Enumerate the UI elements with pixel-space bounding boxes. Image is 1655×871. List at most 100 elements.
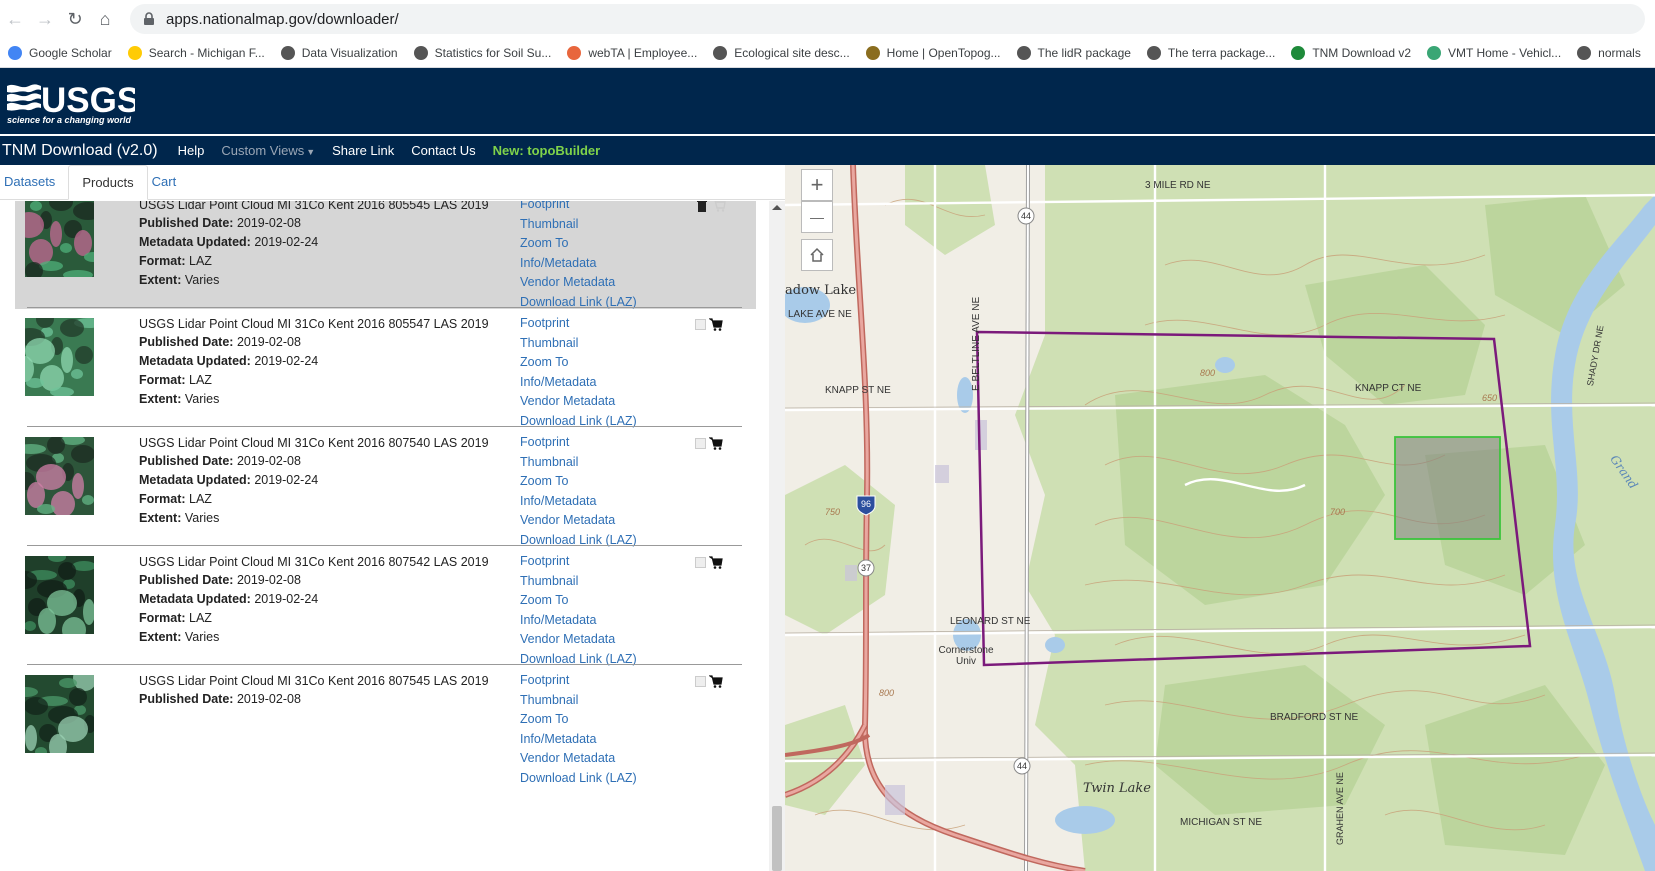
- product-row[interactable]: USGS Lidar Point Cloud MI 31Co Kent 2016…: [15, 664, 756, 785]
- select-checkbox[interactable]: [695, 319, 706, 330]
- add-to-cart-icon[interactable]: [709, 556, 723, 569]
- product-field-metadata: Metadata Updated: 2019-02-24: [139, 473, 318, 487]
- bookmark-item[interactable]: Google Scholar: [0, 41, 120, 65]
- zoom-to-link[interactable]: Zoom To: [520, 236, 637, 256]
- bookmark-item[interactable]: Search - Michigan F...: [120, 41, 273, 65]
- topobuilder-link[interactable]: New: topoBuilder: [493, 143, 601, 158]
- vendor-metadata-link[interactable]: Vendor Metadata: [520, 513, 637, 533]
- field-value: 2019-02-24: [254, 354, 319, 368]
- info-metadata-link[interactable]: Info/Metadata: [520, 375, 637, 395]
- add-to-cart-icon[interactable]: [709, 675, 723, 688]
- zoom-to-link[interactable]: Zoom To: [520, 355, 637, 375]
- vendor-metadata-link[interactable]: Vendor Metadata: [520, 394, 637, 414]
- product-actions: [695, 556, 723, 569]
- home-icon[interactable]: ⌂: [90, 4, 120, 34]
- map-label-knapp-st: KNAPP ST NE: [825, 385, 891, 396]
- back-icon[interactable]: ←: [0, 4, 30, 34]
- bookmark-item[interactable]: Data Visualization: [273, 41, 406, 65]
- product-row[interactable]: USGS Lidar Point Cloud MI 31Co Kent 2016…: [15, 545, 756, 666]
- bookmark-item[interactable]: TNM Download v2: [1283, 41, 1419, 65]
- footprint-link[interactable]: Footprint: [520, 201, 637, 217]
- forward-icon[interactable]: →: [30, 4, 60, 34]
- product-links: Footprint Thumbnail Zoom To Info/Metadata Ve…: [520, 673, 637, 790]
- bookmark-item[interactable]: The terra package...: [1139, 41, 1283, 65]
- bookmark-item[interactable]: VMT Home - Vehicl...: [1419, 41, 1569, 65]
- product-thumbnail[interactable]: [25, 437, 94, 515]
- reload-icon[interactable]: ↻: [60, 4, 90, 34]
- footprint-link[interactable]: Footprint: [520, 554, 637, 574]
- field-value: 2019-02-08: [236, 573, 301, 587]
- tab-cart[interactable]: Cart: [148, 165, 190, 199]
- field-value: 2019-02-24: [254, 235, 319, 249]
- product-field-extent: Extent: Varies: [139, 630, 219, 644]
- footprint-link[interactable]: Footprint: [520, 435, 637, 455]
- info-metadata-link[interactable]: Info/Metadata: [520, 732, 637, 752]
- field-label: Metadata Updated:: [139, 354, 251, 368]
- bookmark-label: TNM Download v2: [1312, 45, 1412, 60]
- scrollbar[interactable]: [769, 201, 785, 871]
- bookmark-item[interactable]: webTA | Employee...: [559, 41, 705, 65]
- custom-views-dropdown[interactable]: Custom Views ▼: [221, 143, 315, 158]
- contact-link[interactable]: Contact Us: [411, 143, 475, 158]
- product-row[interactable]: USGS Lidar Point Cloud MI 31Co Kent 2016…: [15, 426, 756, 547]
- usgs-logo[interactable]: USGS science for a changing world: [5, 76, 135, 128]
- scroll-thumb[interactable]: [772, 806, 782, 871]
- add-to-cart-icon[interactable]: [709, 437, 723, 450]
- scroll-up-icon[interactable]: [772, 205, 782, 210]
- share-link[interactable]: Share Link: [332, 143, 394, 158]
- zoom-to-link[interactable]: Zoom To: [520, 474, 637, 494]
- tab-datasets[interactable]: Datasets: [0, 165, 68, 199]
- map-label-meadow-lake: adow Lake: [785, 283, 857, 298]
- thumbnail-link[interactable]: Thumbnail: [520, 455, 637, 475]
- vendor-metadata-link[interactable]: Vendor Metadata: [520, 751, 637, 771]
- bookmark-item[interactable]: Statistics for Soil Su...: [406, 41, 560, 65]
- info-metadata-link[interactable]: Info/Metadata: [520, 613, 637, 633]
- bookmark-label: Ecological site desc...: [734, 45, 850, 60]
- app-title[interactable]: TNM Download (v2.0): [0, 142, 158, 160]
- zoom-to-link[interactable]: Zoom To: [520, 712, 637, 732]
- product-thumbnail[interactable]: [25, 556, 94, 634]
- select-checkbox[interactable]: [695, 676, 706, 687]
- bookmark-item[interactable]: Ecological site desc...: [705, 41, 857, 65]
- vendor-metadata-link[interactable]: Vendor Metadata: [520, 632, 637, 652]
- add-to-cart-icon[interactable]: [709, 318, 723, 331]
- zoom-to-link[interactable]: Zoom To: [520, 593, 637, 613]
- selected-tile[interactable]: [1394, 436, 1501, 540]
- thumbnail-link[interactable]: Thumbnail: [520, 336, 637, 356]
- info-metadata-link[interactable]: Info/Metadata: [520, 256, 637, 276]
- trash-icon[interactable]: [695, 201, 709, 212]
- help-link[interactable]: Help: [178, 143, 205, 158]
- product-row[interactable]: USGS Lidar Point Cloud MI 31Co Kent 2016…: [15, 307, 756, 428]
- map-view[interactable]: 44 44 96 37 + — 3 MILE RD NE adow Lake L…: [785, 165, 1655, 871]
- product-thumbnail[interactable]: [25, 318, 94, 396]
- select-checkbox[interactable]: [695, 557, 706, 568]
- info-metadata-link[interactable]: Info/Metadata: [520, 494, 637, 514]
- vmt-icon: [1427, 45, 1442, 60]
- bookmark-item[interactable]: Home | OpenTopog...: [858, 41, 1009, 65]
- contour-label-750: 750: [825, 507, 841, 517]
- tab-products[interactable]: Products: [68, 165, 148, 200]
- download-link[interactable]: Download Link (LAZ): [520, 771, 637, 791]
- thumbnail-link[interactable]: Thumbnail: [520, 574, 637, 594]
- footprint-link[interactable]: Footprint: [520, 673, 637, 693]
- home-extent-button[interactable]: [801, 239, 833, 271]
- product-thumbnail[interactable]: [25, 201, 94, 277]
- vendor-metadata-link[interactable]: Vendor Metadata: [520, 275, 637, 295]
- product-row[interactable]: USGS Lidar Point Cloud MI 31Co Kent 2016…: [15, 201, 756, 309]
- rt44a-text: 44: [1021, 211, 1031, 221]
- bookmark-item[interactable]: The lidR package: [1009, 41, 1139, 65]
- field-label: Published Date:: [139, 335, 234, 349]
- footprint-link[interactable]: Footprint: [520, 316, 637, 336]
- map-label-grahen: GRAHEN AVE NE: [1335, 772, 1345, 845]
- thumbnail-link[interactable]: Thumbnail: [520, 693, 637, 713]
- zoom-out-button[interactable]: —: [801, 201, 833, 233]
- contour-label-700: 700: [1330, 507, 1346, 517]
- bookmark-item[interactable]: normals: [1569, 41, 1649, 65]
- address-bar[interactable]: apps.nationalmap.gov/downloader/: [130, 4, 1645, 34]
- thumbnail-link[interactable]: Thumbnail: [520, 217, 637, 237]
- field-label: Extent:: [139, 511, 182, 525]
- zoom-in-button[interactable]: +: [801, 169, 833, 201]
- select-checkbox[interactable]: [695, 438, 706, 449]
- product-thumbnail[interactable]: [25, 675, 94, 753]
- usgs-tagline: science for a changing world: [7, 115, 132, 125]
